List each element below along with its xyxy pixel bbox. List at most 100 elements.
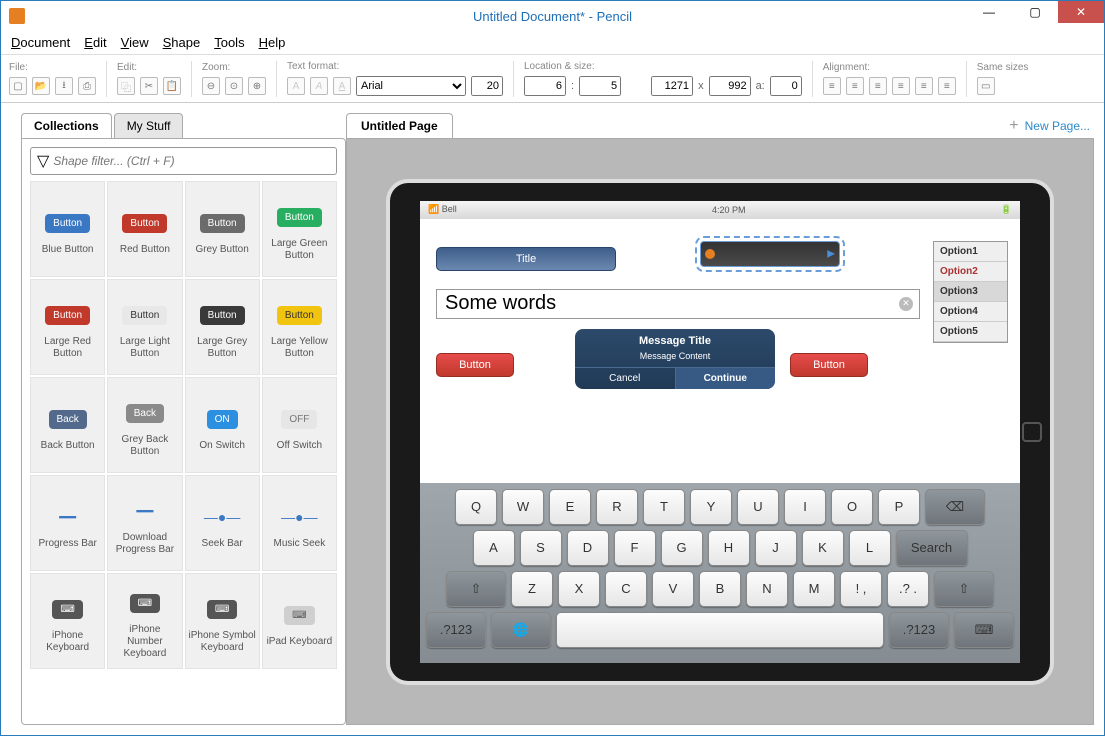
key[interactable]: ⇧ [934, 571, 994, 607]
option-2[interactable]: Option2 [934, 262, 1007, 282]
key[interactable]: ⇧ [446, 571, 506, 607]
print-icon[interactable]: ⎙ [78, 77, 96, 95]
zoom-reset-icon[interactable]: ⊙ [225, 77, 243, 95]
key[interactable]: N [746, 571, 788, 607]
keyboard-widget[interactable]: QWERTYUIOP⌫ASDFGHJKLSearch⇧ZXCVBNM! ,.? … [420, 483, 1020, 663]
zoom-out-icon[interactable]: ⊖ [202, 77, 220, 95]
dialog-widget[interactable]: Message Title Message Content Cancel Con… [575, 329, 775, 389]
new-page-link[interactable]: New Page... [1025, 119, 1094, 133]
font-size-input[interactable] [471, 76, 503, 96]
italic-icon[interactable]: A [310, 77, 328, 95]
key[interactable]: M [793, 571, 835, 607]
key[interactable]: R [596, 489, 638, 525]
tab-my-stuff[interactable]: My Stuff [114, 113, 184, 138]
key[interactable]: G [661, 530, 703, 566]
key[interactable]: T [643, 489, 685, 525]
canvas[interactable]: 📶 Bell 4:20 PM 🔋 Title Option1 Option2 O… [346, 138, 1094, 725]
textbox-widget[interactable]: Some words ✕ [436, 289, 920, 319]
key[interactable]: O [831, 489, 873, 525]
clear-icon[interactable]: ✕ [899, 297, 913, 311]
key[interactable]: .?123 [426, 612, 486, 648]
maximize-button[interactable]: ▢ [1012, 1, 1058, 23]
key[interactable]: B [699, 571, 741, 607]
align-left-icon[interactable]: ≡ [823, 77, 841, 95]
dialog-continue[interactable]: Continue [676, 368, 776, 389]
left-red-button[interactable]: Button [436, 353, 514, 377]
key[interactable]: Z [511, 571, 553, 607]
ipad-screen[interactable]: 📶 Bell 4:20 PM 🔋 Title Option1 Option2 O… [420, 201, 1020, 663]
shape-item[interactable]: ButtonLarge Red Button [30, 279, 105, 375]
align-bottom-icon[interactable]: ≡ [938, 77, 956, 95]
shape-item[interactable]: ━━Progress Bar [30, 475, 105, 571]
key[interactable]: F [614, 530, 656, 566]
underline-icon[interactable]: A [333, 77, 351, 95]
dialog-cancel[interactable]: Cancel [575, 368, 676, 389]
key[interactable]: H [708, 530, 750, 566]
cut-icon[interactable]: ✂ [140, 77, 158, 95]
font-select[interactable]: Arial [356, 76, 466, 96]
shape-item[interactable]: ⌨iPhone Keyboard [30, 573, 105, 669]
key[interactable]: 🌐 [491, 612, 551, 648]
a-input[interactable] [770, 76, 802, 96]
save-icon[interactable]: ⭳ [55, 77, 73, 95]
shape-item[interactable]: ━━Download Progress Bar [107, 475, 182, 571]
align-right-icon[interactable]: ≡ [869, 77, 887, 95]
shape-item[interactable]: ⌨iPad Keyboard [262, 573, 337, 669]
shape-item[interactable]: ButtonLarge Grey Button [185, 279, 260, 375]
menu-edit[interactable]: Edit [84, 35, 106, 50]
align-middle-icon[interactable]: ≡ [915, 77, 933, 95]
menu-help[interactable]: Help [259, 35, 286, 50]
key[interactable]: D [567, 530, 609, 566]
key[interactable]: C [605, 571, 647, 607]
open-file-icon[interactable]: 📂 [32, 77, 50, 95]
ipad-frame[interactable]: 📶 Bell 4:20 PM 🔋 Title Option1 Option2 O… [390, 183, 1050, 681]
title-widget[interactable]: Title [436, 247, 616, 271]
key[interactable]: V [652, 571, 694, 607]
option-3[interactable]: Option3 [934, 282, 1007, 302]
key[interactable]: Search [896, 530, 968, 566]
shape-item[interactable]: ⌨iPhone Number Keyboard [107, 573, 182, 669]
add-page-icon[interactable]: + [1009, 117, 1018, 135]
bold-icon[interactable]: A [287, 77, 305, 95]
y-input[interactable] [579, 76, 621, 96]
shape-item[interactable]: ButtonLarge Light Button [107, 279, 182, 375]
selected-widget[interactable] [700, 241, 840, 267]
key[interactable]: A [473, 530, 515, 566]
shape-item[interactable]: ⌨iPhone Symbol Keyboard [185, 573, 260, 669]
menu-document[interactable]: Document [11, 35, 70, 50]
x-input[interactable] [524, 76, 566, 96]
new-file-icon[interactable]: ▢ [9, 77, 27, 95]
right-red-button[interactable]: Button [790, 353, 868, 377]
shape-item[interactable]: ButtonLarge Yellow Button [262, 279, 337, 375]
shape-item[interactable]: —●—Music Seek [262, 475, 337, 571]
key[interactable]: L [849, 530, 891, 566]
shape-item[interactable]: ButtonBlue Button [30, 181, 105, 277]
key[interactable]: .?123 [889, 612, 949, 648]
menu-shape[interactable]: Shape [163, 35, 201, 50]
shape-item[interactable]: —●—Seek Bar [185, 475, 260, 571]
align-center-icon[interactable]: ≡ [846, 77, 864, 95]
shape-item[interactable]: ButtonRed Button [107, 181, 182, 277]
home-button-icon[interactable] [1022, 422, 1042, 442]
shape-filter[interactable]: ▽ [30, 147, 337, 175]
h-input[interactable] [709, 76, 751, 96]
key[interactable]: ⌫ [925, 489, 985, 525]
shape-item[interactable]: ButtonLarge Green Button [262, 181, 337, 277]
menu-tools[interactable]: Tools [214, 35, 244, 50]
shape-item[interactable]: OFFOff Switch [262, 377, 337, 473]
menu-view[interactable]: View [121, 35, 149, 50]
paste-icon[interactable]: 📋 [163, 77, 181, 95]
key[interactable]: Q [455, 489, 497, 525]
shape-item[interactable]: BackGrey Back Button [107, 377, 182, 473]
key[interactable]: K [802, 530, 844, 566]
copy-icon[interactable]: ⿻ [117, 77, 135, 95]
key[interactable]: X [558, 571, 600, 607]
key[interactable]: .? . [887, 571, 929, 607]
key[interactable]: ⌨ [954, 612, 1014, 648]
page-tab[interactable]: Untitled Page [346, 113, 453, 138]
filter-input[interactable] [53, 154, 330, 168]
key[interactable]: W [502, 489, 544, 525]
option-1[interactable]: Option1 [934, 242, 1007, 262]
key[interactable]: U [737, 489, 779, 525]
key[interactable]: S [520, 530, 562, 566]
